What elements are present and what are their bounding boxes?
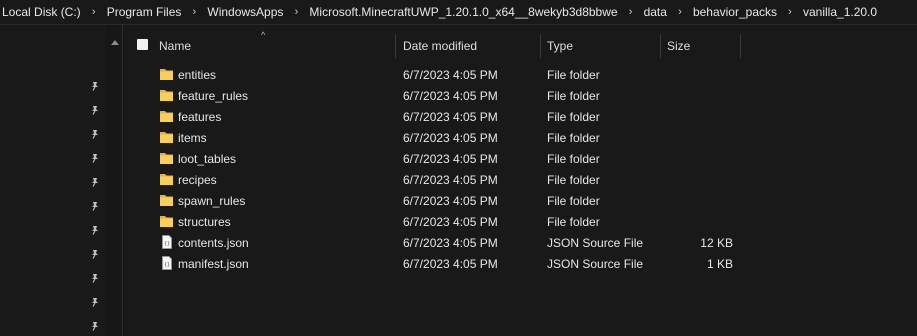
scroll-up-arrow-icon[interactable] bbox=[111, 40, 119, 45]
chevron-right-icon[interactable]: › bbox=[620, 6, 642, 18]
file-name: spawn_rules bbox=[178, 194, 246, 208]
svg-text:{}: {} bbox=[164, 262, 170, 268]
pin-icon[interactable] bbox=[90, 225, 100, 235]
folder-icon bbox=[159, 87, 175, 103]
folder-icon bbox=[159, 66, 175, 82]
navigation-pane bbox=[0, 25, 123, 336]
file-date-modified: 6/7/2023 4:05 PM bbox=[403, 131, 498, 145]
file-name: contents.json bbox=[178, 236, 249, 250]
column-divider[interactable] bbox=[395, 34, 396, 58]
file-type: JSON Source File bbox=[547, 236, 644, 250]
file-row[interactable]: structures 6/7/2023 4:05 PM File folder bbox=[123, 211, 917, 232]
file-name: features bbox=[178, 110, 222, 124]
chevron-right-icon[interactable]: › bbox=[183, 6, 205, 18]
file-name: loot_tables bbox=[178, 152, 237, 166]
pin-icon[interactable] bbox=[90, 297, 100, 307]
file-name: structures bbox=[178, 215, 231, 229]
navigation-scrollbar[interactable] bbox=[106, 25, 121, 336]
file-row[interactable]: recipes 6/7/2023 4:05 PM File folder bbox=[123, 169, 917, 190]
file-row[interactable]: {} contents.json 6/7/2023 4:05 PM JSON Sour… bbox=[123, 232, 917, 253]
pin-icon[interactable] bbox=[90, 273, 100, 283]
file-date-modified: 6/7/2023 4:05 PM bbox=[403, 152, 498, 166]
column-divider[interactable] bbox=[660, 34, 661, 58]
file-date-modified: 6/7/2023 4:05 PM bbox=[403, 236, 498, 250]
folder-icon bbox=[159, 192, 175, 208]
column-header: ^ Name Date modified Type Size bbox=[123, 30, 917, 60]
file-type: File folder bbox=[547, 110, 600, 124]
file-date-modified: 6/7/2023 4:05 PM bbox=[403, 173, 498, 187]
file-list: entities 6/7/2023 4:05 PM File folder featu… bbox=[123, 64, 917, 274]
file-type: File folder bbox=[547, 68, 600, 82]
file-date-modified: 6/7/2023 4:05 PM bbox=[403, 89, 498, 103]
pin-icon[interactable] bbox=[90, 177, 100, 187]
column-size[interactable]: Size bbox=[667, 39, 690, 53]
breadcrumb-item-windowsapps[interactable]: WindowsApps bbox=[205, 5, 285, 19]
chevron-right-icon[interactable]: › bbox=[83, 6, 105, 18]
folder-icon bbox=[159, 150, 175, 166]
file-name: items bbox=[178, 131, 207, 145]
breadcrumb-item-data[interactable]: data bbox=[642, 5, 669, 19]
select-all-checkbox[interactable] bbox=[137, 39, 148, 50]
folder-icon bbox=[159, 108, 175, 124]
file-row[interactable]: features 6/7/2023 4:05 PM File folder bbox=[123, 106, 917, 127]
pin-icon[interactable] bbox=[90, 81, 100, 91]
breadcrumb-item-behavior-packs[interactable]: behavior_packs bbox=[691, 5, 779, 19]
file-name: feature_rules bbox=[178, 89, 249, 103]
pin-icon[interactable] bbox=[90, 201, 100, 211]
breadcrumb-item-local-disk[interactable]: Local Disk (C:) bbox=[0, 5, 83, 19]
column-type[interactable]: Type bbox=[547, 39, 573, 53]
file-type: File folder bbox=[547, 131, 600, 145]
file-type: File folder bbox=[547, 215, 600, 229]
file-type: File folder bbox=[547, 89, 600, 103]
file-row[interactable]: {} manifest.json 6/7/2023 4:05 PM JSON Sour… bbox=[123, 253, 917, 274]
json-file-icon: {} bbox=[159, 234, 175, 250]
pin-icon[interactable] bbox=[90, 105, 100, 115]
file-row[interactable]: feature_rules 6/7/2023 4:05 PM File folder bbox=[123, 85, 917, 106]
column-divider[interactable] bbox=[540, 34, 541, 58]
breadcrumb: Local Disk (C:) › Program Files › Window… bbox=[0, 0, 917, 25]
file-name: manifest.json bbox=[178, 257, 249, 271]
file-name: entities bbox=[178, 68, 217, 82]
svg-text:{}: {} bbox=[164, 241, 170, 247]
file-row[interactable]: items 6/7/2023 4:05 PM File folder bbox=[123, 127, 917, 148]
file-name: recipes bbox=[178, 173, 217, 187]
breadcrumb-item-minecraft[interactable]: Microsoft.MinecraftUWP_1.20.1.0_x64__8we… bbox=[307, 5, 619, 19]
column-divider[interactable] bbox=[740, 34, 741, 58]
file-row[interactable]: entities 6/7/2023 4:05 PM File folder bbox=[123, 64, 917, 85]
file-date-modified: 6/7/2023 4:05 PM bbox=[403, 257, 498, 271]
file-type: JSON Source File bbox=[547, 257, 644, 271]
file-size: 1 KB bbox=[706, 257, 733, 271]
file-row[interactable]: loot_tables 6/7/2023 4:05 PM File folder bbox=[123, 148, 917, 169]
json-file-icon: {} bbox=[159, 255, 175, 271]
folder-icon bbox=[159, 213, 175, 229]
file-date-modified: 6/7/2023 4:05 PM bbox=[403, 194, 498, 208]
file-type: File folder bbox=[547, 194, 600, 208]
breadcrumb-item-program-files[interactable]: Program Files bbox=[105, 5, 184, 19]
chevron-right-icon[interactable]: › bbox=[285, 6, 307, 18]
file-size: 12 KB bbox=[700, 236, 733, 250]
file-date-modified: 6/7/2023 4:05 PM bbox=[403, 68, 498, 82]
file-date-modified: 6/7/2023 4:05 PM bbox=[403, 110, 498, 124]
pin-icon[interactable] bbox=[90, 153, 100, 163]
file-type: File folder bbox=[547, 152, 600, 166]
chevron-right-icon[interactable]: › bbox=[669, 6, 691, 18]
column-date-modified[interactable]: Date modified bbox=[403, 39, 477, 53]
sort-ascending-icon: ^ bbox=[261, 30, 266, 40]
chevron-right-icon[interactable]: › bbox=[779, 6, 801, 18]
file-date-modified: 6/7/2023 4:05 PM bbox=[403, 215, 498, 229]
column-name[interactable]: Name bbox=[159, 39, 191, 53]
folder-icon bbox=[159, 129, 175, 145]
pin-icon[interactable] bbox=[90, 321, 100, 331]
folder-icon bbox=[159, 171, 175, 187]
pin-icon[interactable] bbox=[90, 129, 100, 139]
pin-icon[interactable] bbox=[90, 249, 100, 259]
breadcrumb-item-vanilla[interactable]: vanilla_1.20.0 bbox=[801, 5, 879, 19]
file-row[interactable]: spawn_rules 6/7/2023 4:05 PM File folder bbox=[123, 190, 917, 211]
file-type: File folder bbox=[547, 173, 600, 187]
